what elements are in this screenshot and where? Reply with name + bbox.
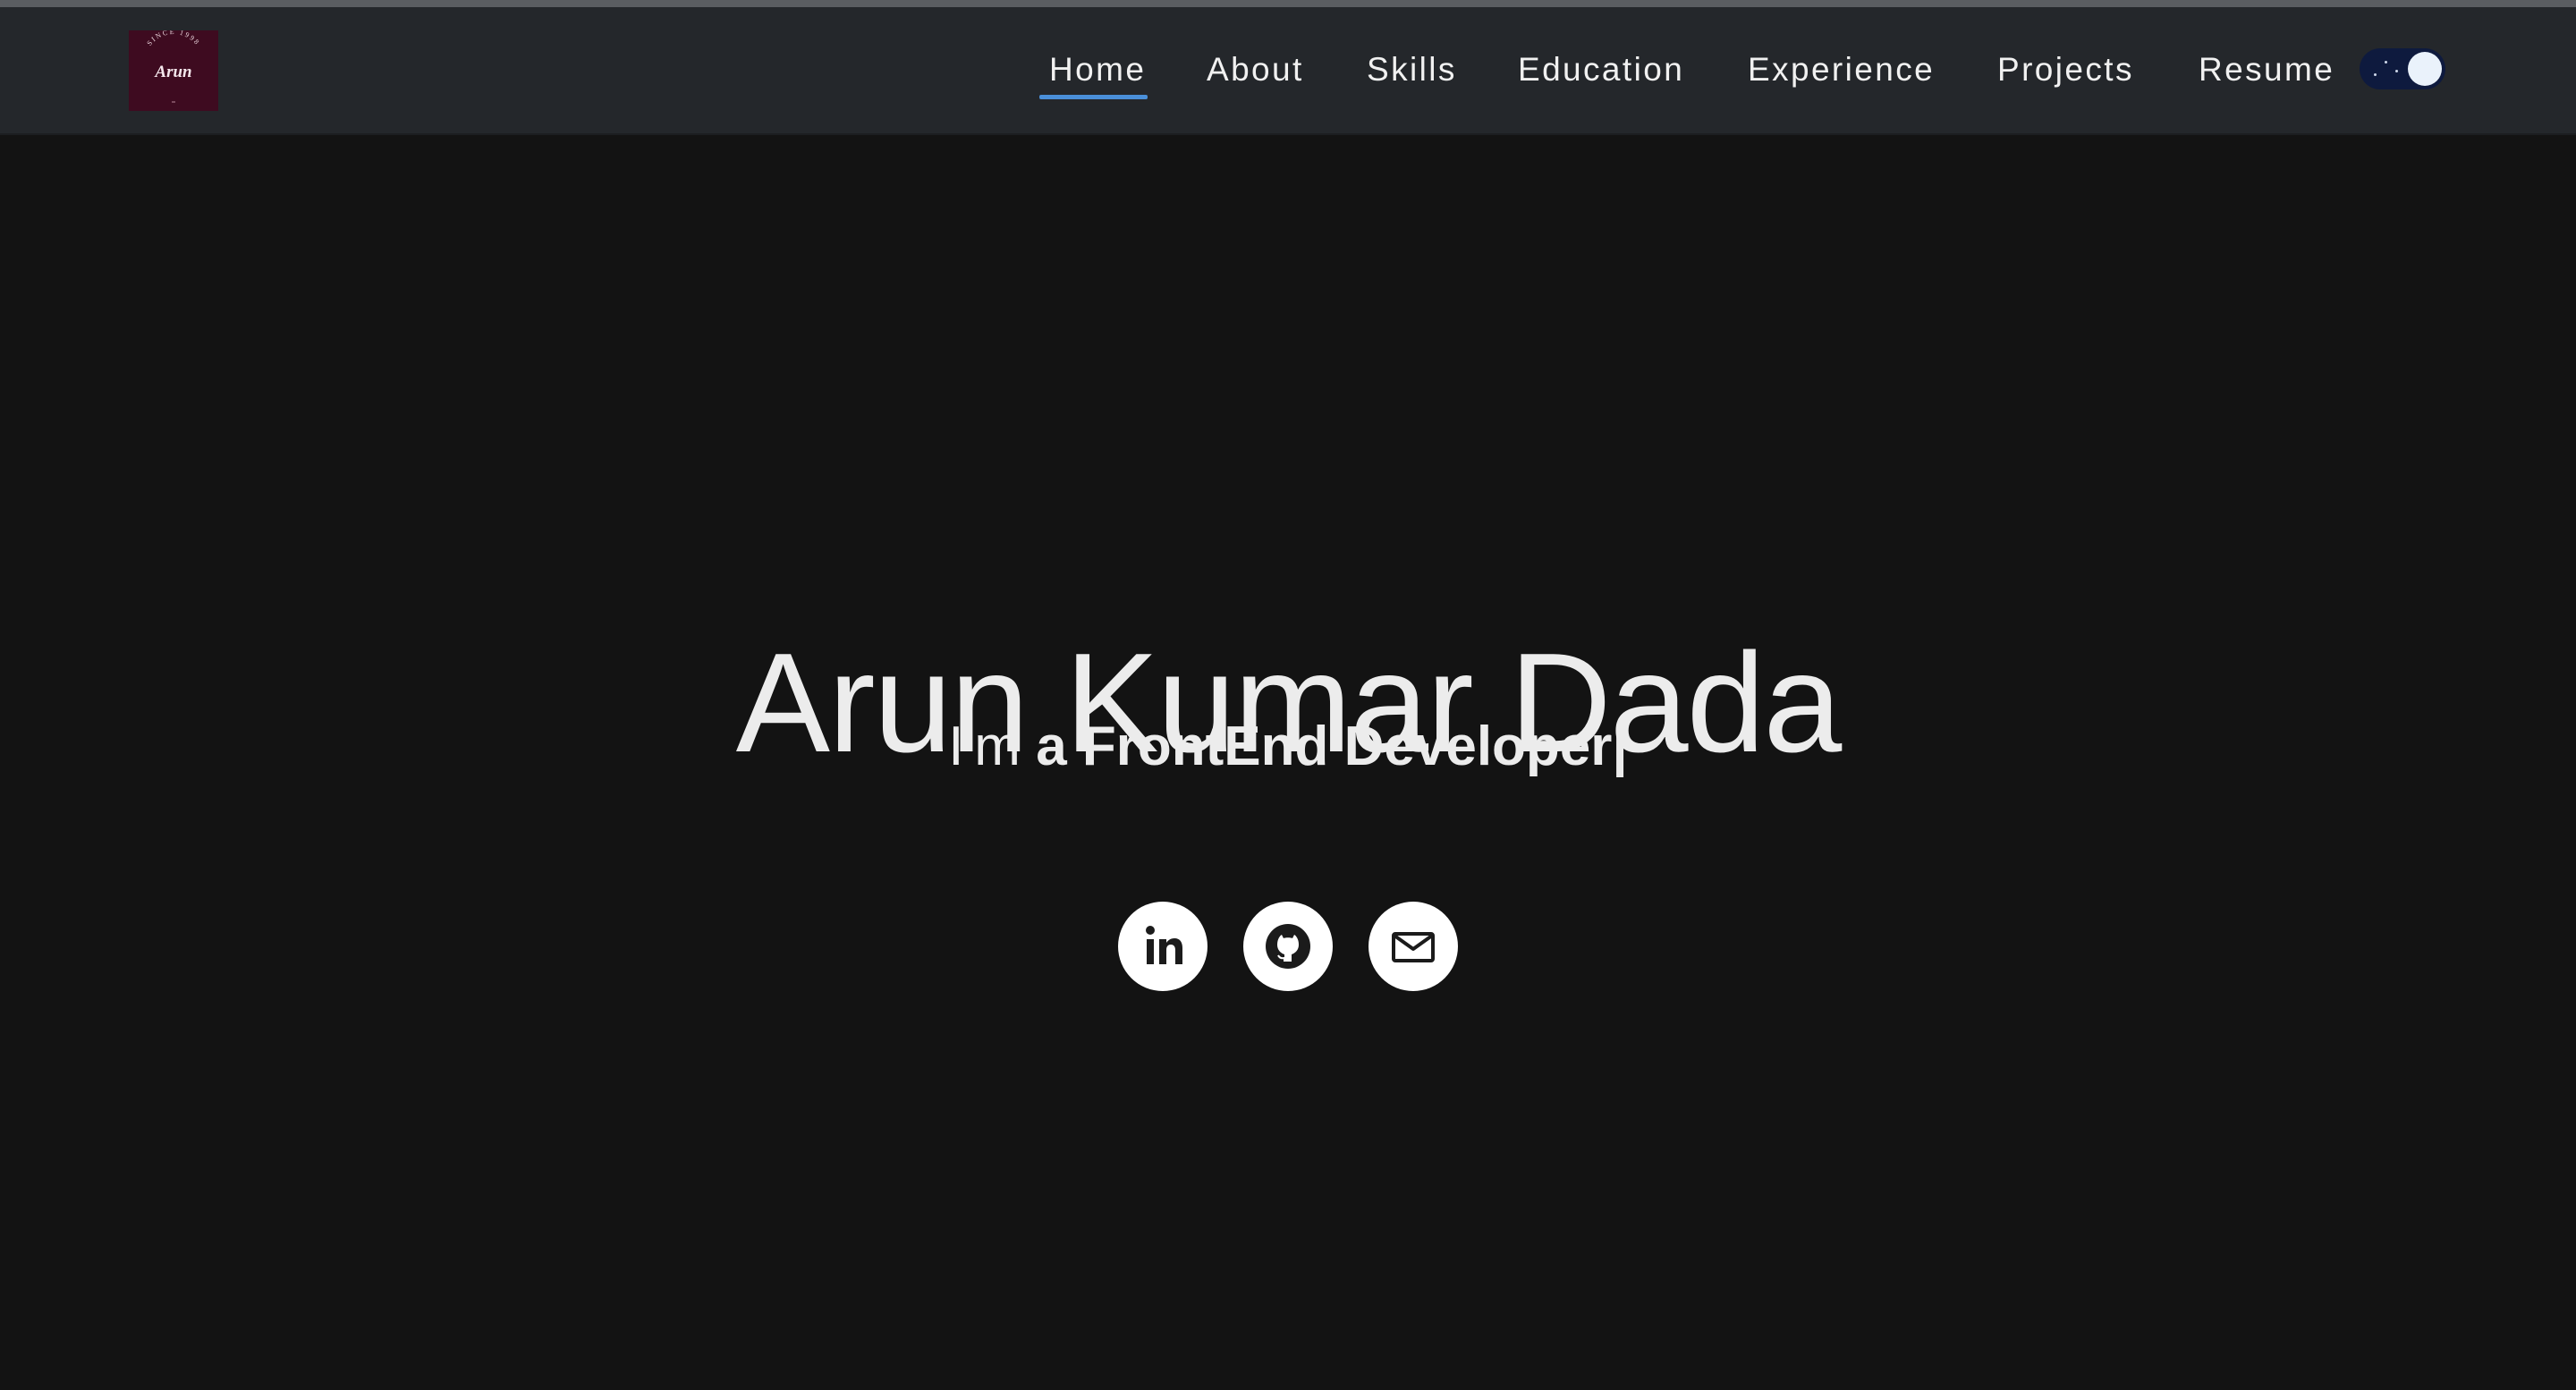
- logo-tagline: SINCE 1998: [145, 30, 199, 47]
- logo-graphic: SINCE 1998 Arun: [145, 30, 201, 103]
- nav-item-education[interactable]: Education: [1518, 43, 1684, 97]
- theme-toggle[interactable]: [2360, 48, 2445, 89]
- logo-name: Arun: [154, 63, 191, 81]
- nav-item-label: Skills: [1367, 51, 1457, 88]
- nav-item-label: Experience: [1748, 51, 1936, 88]
- nav-item-projects[interactable]: Projects: [1997, 43, 2134, 97]
- site-logo[interactable]: SINCE 1998 Arun: [129, 30, 218, 111]
- star-dot: [2395, 70, 2398, 72]
- nav-item-label: About: [1207, 51, 1304, 88]
- star-dot: [2385, 61, 2387, 64]
- star-dot: [2374, 73, 2377, 76]
- nav-item-label: Projects: [1997, 51, 2134, 88]
- mail-icon: [1392, 932, 1435, 962]
- nav-item-experience[interactable]: Experience: [1748, 43, 1935, 97]
- nav-item-label: Resume: [2199, 51, 2335, 88]
- email-button[interactable]: [1368, 902, 1458, 991]
- moon-icon: [2408, 52, 2442, 86]
- github-button[interactable]: [1243, 902, 1333, 991]
- active-indicator: [1039, 95, 1148, 99]
- hero-role: a FrontEnd Developer: [1036, 716, 1613, 777]
- typing-cursor: |: [1612, 716, 1628, 777]
- window-top-border: [0, 0, 2576, 7]
- linkedin-button[interactable]: [1118, 902, 1208, 991]
- navbar: SINCE 1998 Arun Home About Skills Educat…: [0, 7, 2576, 135]
- hero-greeting: I'm: [948, 716, 1021, 777]
- hero-tagline: I'm a FrontEnd Developer|: [0, 707, 2576, 787]
- github-icon: [1266, 924, 1310, 969]
- nav-item-label: Education: [1518, 51, 1685, 88]
- svg-text:SINCE 1998: SINCE 1998: [145, 30, 201, 47]
- nav-item-home[interactable]: Home: [1039, 43, 1148, 99]
- nav-item-label: Home: [1049, 51, 1147, 88]
- linkedin-icon: [1146, 926, 1182, 964]
- nav-item-skills[interactable]: Skills: [1367, 43, 1457, 97]
- nav-item-about[interactable]: About: [1207, 43, 1304, 97]
- nav-item-resume[interactable]: Resume: [2199, 43, 2334, 97]
